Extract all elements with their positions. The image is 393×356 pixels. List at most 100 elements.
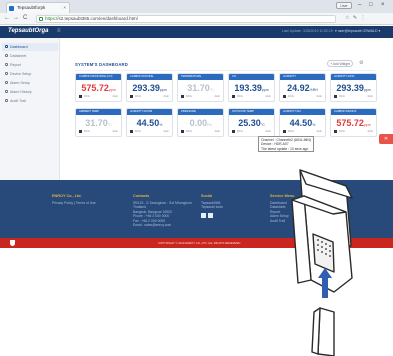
widget-footer: DCG 4min xyxy=(79,95,118,99)
widget-number: 575.72 xyxy=(336,118,364,128)
sidebar-item-report[interactable]: Report xyxy=(2,61,58,69)
footer-links[interactable]: Privacy Policy | Terms of Use xyxy=(52,201,96,206)
shield-icon xyxy=(10,240,15,246)
minimize-icon[interactable]: – xyxy=(358,1,361,9)
app-logo[interactable]: TepsaubtOrga xyxy=(8,28,48,34)
profile-button[interactable]: User xyxy=(336,2,352,9)
footer-company: ENROY Co., Ltd. Privacy Policy | Terms o… xyxy=(52,194,96,205)
widget-unit: ppm xyxy=(108,88,116,92)
favicon-icon xyxy=(9,6,14,11)
browser-tab[interactable]: Tepsaubtforpk × xyxy=(6,2,70,13)
forward-icon[interactable]: → xyxy=(13,14,19,23)
maximize-icon[interactable]: □ xyxy=(369,1,373,9)
sensor-widget-card[interactable]: HUMIDITY DATA 293.39ppm DCG 4min xyxy=(330,73,377,102)
sidebar-item-alarm-history[interactable]: Alarm History xyxy=(2,88,58,96)
footer: ENROY Co., Ltd. Privacy Policy | Terms o… xyxy=(0,180,393,238)
sensor-widget-card[interactable]: HUMIDITY 24.92%RH DCG 4min xyxy=(279,73,326,102)
url-path: s2.tepsaubt365.com/en/dashboard.html xyxy=(58,16,138,21)
footer-link[interactable]: Audit Trail xyxy=(270,219,294,224)
sensor-widget-card[interactable]: CARBON MONOXIDE (CO) 575.72ppm DCG 4min xyxy=(75,73,122,102)
footer-heading: Contacts xyxy=(133,194,150,198)
browser-addressbar: ← → C https://s2.tepsaubt365.com/en/dash… xyxy=(0,13,393,25)
tab-title: Tepsaubtforpk xyxy=(17,5,46,10)
widget-footer: DCG 4min xyxy=(232,95,271,99)
facebook-icon[interactable] xyxy=(201,212,206,218)
widget-value: 575.72ppm xyxy=(331,118,376,128)
widget-title: CARBON MONOX xyxy=(331,109,376,115)
sidebar-item-dashboard[interactable]: Dashboard xyxy=(2,43,58,51)
menu-icon[interactable]: ≡ xyxy=(57,28,61,34)
toolbar-icons[interactable]: ☆ ✎ ⋮ xyxy=(345,15,366,21)
copyright-text: COPYRIGHT © 2019 ENROY CO.,LTD. ALL RIGH… xyxy=(158,241,241,245)
device-icon xyxy=(79,95,82,98)
widget-value: 293.39ppm xyxy=(127,83,172,93)
sidebar-item-audit-trail[interactable]: Audit Trail xyxy=(2,97,58,105)
add-widget-button[interactable]: + Add Widget xyxy=(327,60,353,67)
sensor-widget-card[interactable]: CARBON DIOXIDE 293.39ppm DCG 4min xyxy=(126,73,173,102)
close-window-icon[interactable]: × xyxy=(381,1,385,9)
device-icon xyxy=(232,95,235,98)
widget-unit: Pa xyxy=(207,123,212,127)
sensor-widget-card[interactable]: HUMIDITY RH 44.50% DCG 4min xyxy=(279,108,326,137)
tab-close-icon[interactable]: × xyxy=(63,5,66,10)
sidebar-item-label: Device Setup xyxy=(10,72,32,76)
widget-device-label: DCG xyxy=(339,95,345,98)
sidebar: Dashboard Datasheet Report Device Setup … xyxy=(0,38,60,180)
bottom-bar: COPYRIGHT © 2019 ENROY CO.,LTD. ALL RIGH… xyxy=(0,238,393,248)
reload-icon[interactable]: C xyxy=(23,14,27,23)
widget-update-time: 4min xyxy=(367,130,373,133)
sensor-widget-card[interactable]: CARBON MONOX 575.72ppm DCG 4min xyxy=(330,108,377,137)
user-menu[interactable]: ▾ user@tepsaubt OSWALD ▾ xyxy=(335,29,380,33)
device-icon xyxy=(79,130,82,133)
sidebar-item-datasheet[interactable]: Datasheet xyxy=(2,52,58,60)
widget-device-label: DCG xyxy=(84,95,90,98)
device-icon xyxy=(181,130,184,133)
datasheet-icon xyxy=(5,54,8,57)
widget-number: 31.70 xyxy=(187,83,210,93)
device-icon xyxy=(5,72,8,75)
last-update-text: Last Update: 3/28/2019 11:52:19 xyxy=(282,29,333,33)
widget-title: OUTDOOR TEMP xyxy=(229,109,274,115)
widget-value: 44.50% xyxy=(127,118,172,128)
sensor-widget-card[interactable]: TEMPERATURE 31.70°C DCG 4min xyxy=(177,73,224,102)
screenshot-root: Tepsaubtforpk × User – □ × ← → C https:/… xyxy=(0,0,393,356)
device-icon xyxy=(232,130,235,133)
main-content: SYSTEM'S DASHBOARD + Add Widget ⚙ CARBON… xyxy=(61,38,393,180)
youtube-icon[interactable] xyxy=(208,212,213,218)
report-icon xyxy=(5,63,8,66)
widget-update-time: 4min xyxy=(112,95,118,98)
footer-line: Tepsaubt tools xyxy=(201,205,223,209)
sensor-widget-card[interactable]: PRESSURE 0.00Pa DCG 4min xyxy=(177,108,224,137)
widget-title: HUMIDITY ROOM xyxy=(127,109,172,115)
widget-number: 31.70 xyxy=(85,118,108,128)
widget-title: PRESSURE xyxy=(178,109,223,115)
sidebar-item-alarm-setup[interactable]: Alarm Setup xyxy=(2,79,58,87)
audit-icon xyxy=(5,99,8,102)
widget-number: 293.39 xyxy=(132,83,160,93)
widget-footer: DCG 4min xyxy=(130,130,169,134)
history-icon xyxy=(5,90,8,93)
widget-update-time: 4min xyxy=(316,95,322,98)
sensor-widget-card[interactable]: CO 193.39ppm DCG 4min xyxy=(228,73,275,102)
device-icon xyxy=(334,130,337,133)
alarm-icon xyxy=(5,81,8,84)
sidebar-item-label: Audit Trail xyxy=(10,99,26,103)
floating-action-button[interactable]: ✕ xyxy=(379,134,393,144)
widget-footer: DCG 4min xyxy=(79,130,118,134)
sidebar-item-label: Datasheet xyxy=(10,54,27,58)
sensor-widget-card[interactable]: OUTDOOR TEMP 25.30°C DCG 4min xyxy=(228,108,275,137)
sensor-widget-card[interactable]: HUMIDITY ROOM 44.50% DCG 4min xyxy=(126,108,173,137)
gear-icon[interactable]: ⚙ xyxy=(359,60,363,66)
widget-device-label: DCG xyxy=(288,130,294,133)
lock-icon xyxy=(39,17,43,21)
url-input[interactable]: https://s2.tepsaubt365.com/en/dashboard.… xyxy=(36,15,336,23)
widget-footer: DCG 4min xyxy=(130,95,169,99)
sensor-widget-card[interactable]: AMBIENT TEMP 31.70°C DCG 4min xyxy=(75,108,122,137)
widget-device-label: DCG xyxy=(186,130,192,133)
back-icon[interactable]: ← xyxy=(4,14,10,23)
widget-update-time: 4min xyxy=(316,130,322,133)
sidebar-item-device-setup[interactable]: Device Setup xyxy=(2,70,58,78)
widget-title: CARBON MONOXIDE (CO) xyxy=(76,74,121,80)
widget-unit: %RH xyxy=(309,88,318,92)
app-header: TepsaubtOrga ≡ Last Update: 3/28/2019 11… xyxy=(0,26,393,38)
